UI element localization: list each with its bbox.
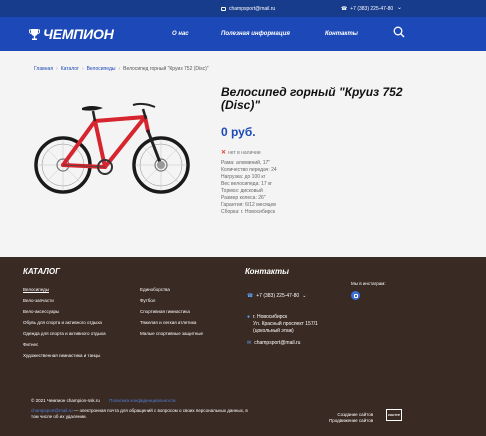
contacts-title: Контакты [245,267,289,276]
catalog-link-sport-gymnastics[interactable]: Спортивная гимнастика [140,309,190,314]
catalog-link-bike-accessories[interactable]: Вело-аксессуары [23,309,59,314]
spec-row: Сборка: г. Новосибирск [221,209,276,215]
spec-row: Вес велосипеда: 17 кг [221,181,273,187]
footer-phone-text[interactable]: +7 (383) 225-47-80 [256,293,299,299]
footer-email-text[interactable]: champsport@mail.ru [254,340,300,346]
privacy-policy-link[interactable]: Политика конфиденциальности [109,398,175,403]
topbar-email[interactable]: champsport@mail.ru [221,6,275,12]
mail-icon: ✉ [247,340,252,346]
developer-credit[interactable]: Создание сайтов Продвижение сайтов [329,412,373,424]
site-footer: КАТАЛОГ Велосипеды Вело-запчасти Вело-ак… [0,257,486,436]
catalog-title: КАТАЛОГ [23,267,60,276]
kontur-logo[interactable]: КОНТУР [386,409,402,421]
spec-row: Размер колеса: 26" [221,195,266,201]
product-image-bicycle[interactable] [33,87,193,199]
breadcrumb-home[interactable]: Главная [34,66,53,72]
catalog-link-bike-parts[interactable]: Вело-запчасти [23,298,54,303]
instagram-icon[interactable] [351,291,360,300]
spec-row: Количество передач: 24 [221,167,277,173]
nav-contacts[interactable]: Контакты [325,31,358,37]
address-line: г. Новосибирск [253,314,288,320]
breadcrumb-separator: › [81,66,84,72]
stock-status: ✕ нет в наличии [221,149,261,157]
catalog-link-athletics[interactable]: Тяжелая и легкая атлетика [140,320,196,325]
address-line: (цокольный этаж) [253,328,294,334]
footer-email[interactable]: ✉ champsport@mail.ru [247,340,300,346]
breadcrumb-catalog[interactable]: Каталог [61,66,79,72]
top-bar: champsport@mail.ru ☎ +7 (383) 225-47-80 … [0,0,486,17]
product-section: Главная › Каталог › Велосипеды › Велосип… [0,51,486,257]
nav-useful-info[interactable]: Полезная информация [221,31,290,37]
footer-phone[interactable]: ☎ +7 (383) 225-47-80 ⌄ [247,293,306,299]
catalog-link-fitness[interactable]: Фитнес [23,342,38,347]
address-line: Ул. Красный проспект 157/1 [253,321,318,327]
search-icon[interactable] [393,26,405,38]
logo[interactable]: ЧЕМПИОН [29,26,114,42]
spec-row: Гарантия: 6/12 месяцев [221,202,276,208]
location-pin-icon: ● [247,314,251,320]
privacy-note-email[interactable]: champsport@mail.ru [31,408,73,413]
breadcrumb-separator: › [56,66,58,72]
chevron-down-icon[interactable]: ⌄ [302,293,306,299]
product-price: 0 руб. [221,125,256,139]
topbar-phone-text[interactable]: +7 (383) 225-47-80 [350,6,393,12]
catalog-link-clothing[interactable]: Одежда для спорта и активного отдыха [23,331,106,336]
copyright: © 2021 Чемпион champion-nsk.ru Политика … [31,398,176,403]
topbar-phone[interactable]: ☎ +7 (383) 225-47-80 [341,6,393,12]
topbar-email-text[interactable]: champsport@mail.ru [229,6,275,12]
catalog-link-martial-arts[interactable]: Единоборства [140,287,170,292]
breadcrumb: Главная › Каталог › Велосипеды › Велосип… [34,66,209,72]
credit-line: Продвижение сайтов [329,418,374,423]
main-header: ЧЕМПИОН О нас Полезная информация Контак… [0,17,486,51]
catalog-link-bicycles[interactable]: Велосипеды [23,287,49,292]
copyright-text: © 2021 Чемпион champion-nsk.ru [31,398,100,403]
spec-row: Тормоз: дисковый [221,188,263,194]
privacy-note: champsport@mail.ru — электронная почта д… [31,408,251,420]
footer-address: ● г. Новосибирск Ул. Красный проспект 15… [247,314,318,335]
catalog-link-gymnastics-dance[interactable]: Художественная гимнастика и танцы [23,353,100,358]
phone-icon: ☎ [341,6,348,12]
catalog-link-shoes[interactable]: Обувь для спорта и активного отдыха [23,320,102,325]
close-icon: ✕ [221,150,227,156]
breadcrumb-separator: › [118,66,121,72]
product-specs: Рама: алюминий, 17" Количество передач: … [221,160,277,216]
mail-icon [221,7,226,11]
trophy-icon [29,28,40,40]
product-title: Велосипед горный "Круиз 752 (Disc)" [221,85,403,112]
chevron-down-icon[interactable]: ⌄ [397,4,402,11]
brand-name: ЧЕМПИОН [43,26,114,42]
breadcrumb-current: Велосипед горный "Круиз 752 (Disc)" [123,66,209,72]
nav-about[interactable]: О нас [172,31,189,37]
phone-icon: ☎ [247,293,254,299]
spec-row: Рама: алюминий, 17" [221,160,271,166]
instagram-label: Мы в инстаграм: [351,281,386,286]
catalog-link-football[interactable]: Футбол [140,298,155,303]
stock-status-text: нет в наличии [228,149,261,156]
spec-row: Нагрузка: до 100 кг [221,174,266,180]
catalog-link-protection[interactable]: Малые спортивные защитные [140,331,203,336]
breadcrumb-bicycles[interactable]: Велосипеды [87,66,116,72]
